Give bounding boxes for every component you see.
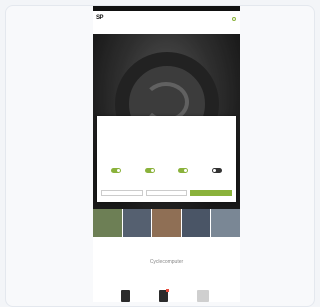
toggle-group <box>202 167 232 173</box>
website-screenshot: SP Cyclecomputer <box>93 6 240 302</box>
toggle-group <box>135 167 165 173</box>
toggle-switch[interactable] <box>111 168 121 173</box>
top-strip <box>93 6 240 11</box>
consent-toggles <box>101 167 232 173</box>
site-logo[interactable]: SP <box>96 15 104 21</box>
utility-bar <box>226 17 236 21</box>
category-thumbnails <box>93 209 240 237</box>
product-image[interactable] <box>197 290 209 302</box>
consent-button[interactable] <box>145 190 188 196</box>
product-image[interactable] <box>159 289 169 302</box>
consent-button[interactable] <box>101 190 143 196</box>
toggle-group <box>168 167 198 173</box>
section-title: Cyclecomputer <box>149 259 184 265</box>
category-thumbnail[interactable] <box>211 209 240 237</box>
accept-all-button[interactable] <box>190 190 233 196</box>
category-thumbnail[interactable] <box>181 209 211 237</box>
toggle-switch[interactable] <box>144 168 155 173</box>
gear-icon[interactable] <box>232 17 236 21</box>
toggle-switch[interactable] <box>178 168 189 173</box>
category-thumbnail[interactable] <box>152 209 181 237</box>
category-thumbnail[interactable] <box>122 209 152 237</box>
toggle-switch[interactable] <box>211 168 222 173</box>
consent-buttons <box>101 190 233 196</box>
toggle-group <box>101 167 131 173</box>
product-row <box>93 289 240 302</box>
cookie-consent-dialog <box>97 116 236 202</box>
product-image[interactable] <box>121 290 130 302</box>
sale-marker <box>166 289 169 292</box>
category-thumbnail[interactable] <box>93 209 122 237</box>
